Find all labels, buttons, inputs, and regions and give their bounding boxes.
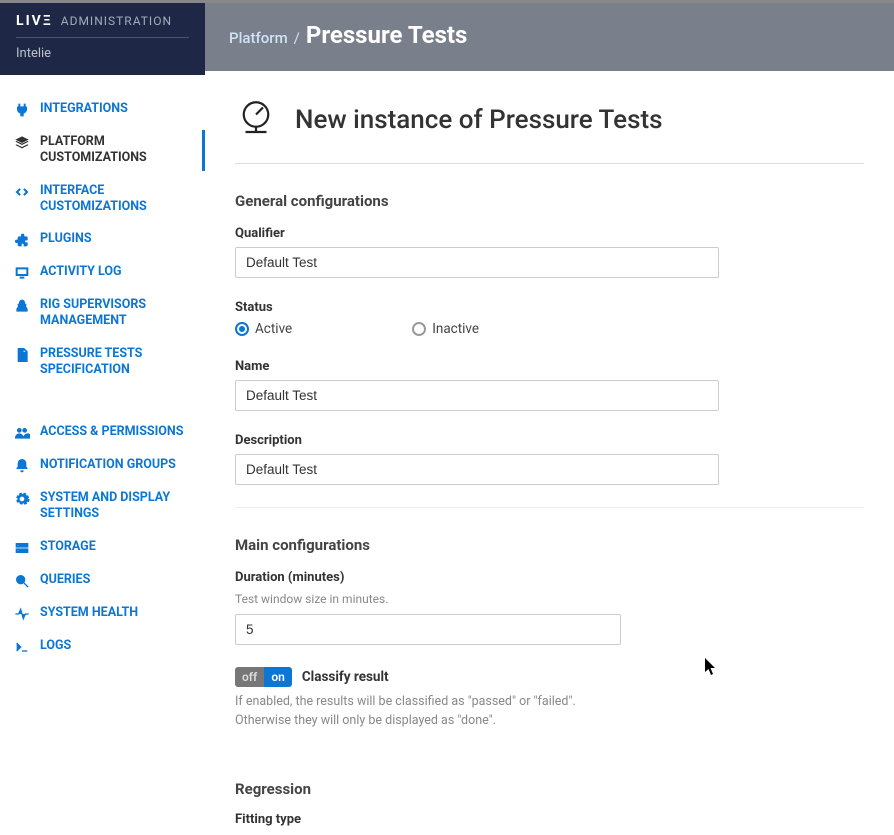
sidebar-item-label: PLUGINS (40, 231, 191, 247)
settings-icon (14, 491, 30, 507)
qualifier-input[interactable] (235, 247, 719, 278)
toggle-off: off (235, 667, 264, 687)
description-label: Description (235, 433, 864, 448)
page-title: New instance of Pressure Tests (235, 97, 864, 164)
radio-icon (235, 322, 249, 336)
breadcrumb-root[interactable]: Platform (229, 29, 288, 47)
sidebar-item-label: PRESSURE TESTS SPECIFICATION (40, 346, 191, 379)
terminal-icon (14, 639, 30, 655)
sidebar-item-label: NOTIFICATION GROUPS (40, 457, 191, 473)
sidebar-item-label: ACCESS & PERMISSIONS (40, 424, 191, 440)
sidebar-item-system-health[interactable]: SYSTEM HEALTH (0, 597, 205, 630)
sidebar-item-access-permissions[interactable]: ACCESS & PERMISSIONS (0, 416, 205, 449)
sidebar-nav: INTEGRATIONS PLATFORM CUSTOMIZATIONS INT… (0, 75, 205, 835)
brand-company: Intelie (16, 46, 189, 61)
search-icon (14, 573, 30, 589)
sidebar-item-label: RIG SUPERVISORS MANAGEMENT (40, 297, 191, 330)
breadcrumb-current: Pressure Tests (306, 21, 468, 49)
duration-help: Test window size in minutes. (235, 591, 864, 608)
sidebar-item-platform-customizations[interactable]: PLATFORM CUSTOMIZATIONS (0, 126, 205, 175)
sidebar-item-queries[interactable]: QUERIES (0, 564, 205, 597)
sidebar-item-system-display-settings[interactable]: SYSTEM AND DISPLAY SETTINGS (0, 482, 205, 531)
status-inactive-radio[interactable]: Inactive (412, 321, 479, 337)
main-config-section-title: Main configurations (235, 536, 864, 554)
sidebar: LIVΞ ADMINISTRATION Intelie INTEGRATIONS… (0, 3, 205, 835)
breadcrumb-sep: / (294, 29, 300, 47)
name-label: Name (235, 359, 864, 374)
sidebar-item-label: SYSTEM HEALTH (40, 605, 191, 621)
classify-label: Classify result (302, 669, 389, 685)
status-active-radio[interactable]: Active (235, 321, 292, 337)
supervisor-icon (14, 298, 30, 314)
plug-icon (14, 102, 30, 118)
sidebar-item-logs[interactable]: LOGS (0, 630, 205, 663)
qualifier-label: Qualifier (235, 226, 864, 241)
status-label: Status (235, 300, 864, 315)
radio-icon (412, 322, 426, 336)
name-input[interactable] (235, 380, 719, 411)
breadcrumb: Platform / Pressure Tests (229, 21, 870, 49)
fitting-type-label: Fitting type (235, 812, 864, 827)
brand-live: LIVΞ (16, 13, 53, 29)
sidebar-item-plugins[interactable]: PLUGINS (0, 223, 205, 256)
sidebar-item-label: INTERFACE CUSTOMIZATIONS (40, 183, 191, 216)
storage-icon (14, 540, 30, 556)
sidebar-item-interface-customizations[interactable]: INTERFACE CUSTOMIZATIONS (0, 175, 205, 224)
puzzle-icon (14, 232, 30, 248)
classify-toggle[interactable]: off on (235, 667, 292, 687)
general-section-title: General configurations (235, 192, 864, 210)
content: New instance of Pressure Tests General c… (205, 71, 894, 835)
topbar: Platform / Pressure Tests (205, 3, 894, 71)
sidebar-item-label: PLATFORM CUSTOMIZATIONS (40, 134, 191, 167)
document-icon (14, 347, 30, 363)
duration-label: Duration (minutes) (235, 570, 864, 585)
users-icon (14, 425, 30, 441)
sidebar-item-integrations[interactable]: INTEGRATIONS (0, 93, 205, 126)
sidebar-item-pressure-tests-spec[interactable]: PRESSURE TESTS SPECIFICATION (0, 338, 205, 387)
sidebar-header: LIVΞ ADMINISTRATION Intelie (0, 3, 205, 75)
sidebar-item-label: STORAGE (40, 539, 191, 555)
code-icon (14, 184, 30, 200)
activity-icon (14, 606, 30, 622)
gauge-icon (235, 97, 277, 143)
main: Platform / Pressure Tests New instance o… (205, 3, 894, 835)
brand-admin-label: ADMINISTRATION (61, 14, 172, 28)
page-title-text: New instance of Pressure Tests (295, 105, 663, 135)
bell-icon (14, 458, 30, 474)
sidebar-item-label: SYSTEM AND DISPLAY SETTINGS (40, 490, 191, 523)
monitor-icon (14, 265, 30, 281)
sidebar-item-label: LOGS (40, 638, 191, 654)
duration-input[interactable] (235, 614, 621, 645)
sidebar-item-label: QUERIES (40, 572, 191, 588)
description-input[interactable] (235, 454, 719, 485)
sidebar-item-notification-groups[interactable]: NOTIFICATION GROUPS (0, 449, 205, 482)
status-inactive-text: Inactive (432, 321, 479, 337)
sidebar-item-rig-supervisors[interactable]: RIG SUPERVISORS MANAGEMENT (0, 289, 205, 338)
sidebar-item-activity-log[interactable]: ACTIVITY LOG (0, 256, 205, 289)
sidebar-item-label: INTEGRATIONS (40, 101, 191, 117)
sidebar-item-storage[interactable]: STORAGE (0, 531, 205, 564)
sidebar-item-label: ACTIVITY LOG (40, 264, 191, 280)
classify-help: If enabled, the results will be classifi… (235, 693, 615, 731)
toggle-on: on (264, 667, 292, 687)
layers-icon (14, 135, 30, 151)
regression-section-title: Regression (235, 780, 864, 798)
status-active-text: Active (255, 321, 292, 337)
